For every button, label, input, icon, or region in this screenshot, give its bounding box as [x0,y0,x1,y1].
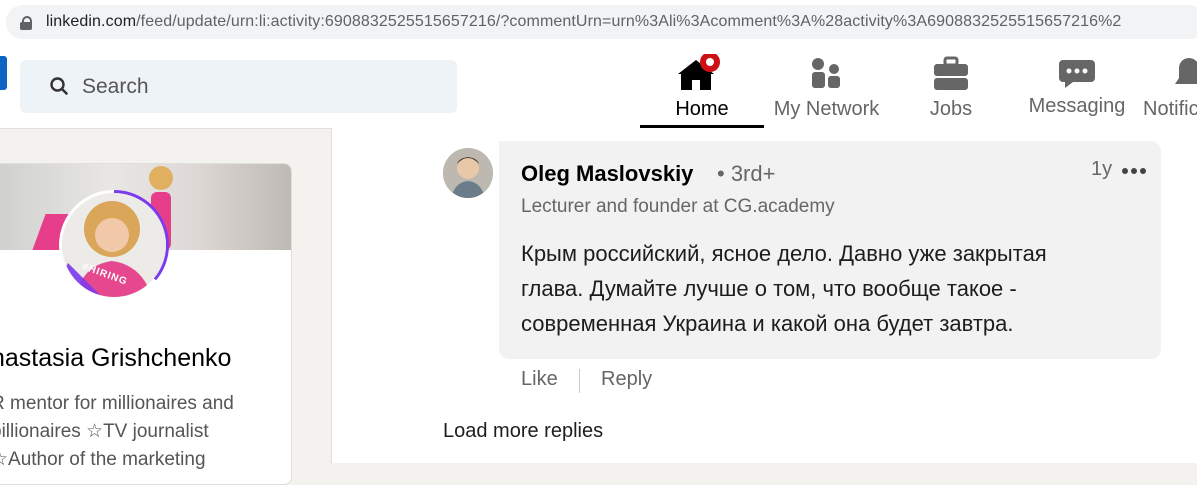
nav-item-label: Messaging [1028,95,1126,117]
action-divider [579,369,580,393]
comment-text-line: глава. Думайте лучше о том, что вообще т… [521,276,1017,301]
url-field[interactable]: linkedin.com/feed/update/urn:li:activity… [6,5,1197,39]
messaging-icon [1059,60,1095,88]
lock-icon[interactable] [20,16,32,30]
profile-name[interactable]: nastasia Grishchenko [0,344,231,373]
top-navigation: Search Home My Network Jobs Messaging No… [0,46,1197,129]
nav-item-home[interactable]: Home [640,46,764,128]
commenter-name[interactable]: Oleg Maslovskiy [521,161,693,187]
search-input[interactable]: Search [20,60,457,113]
profile-headline-line: billionaires ☆TV journalist [0,421,209,442]
nav-item-jobs[interactable]: Jobs [889,46,1013,128]
nav-item-my-network[interactable]: My Network [764,46,889,128]
nav-item-messaging[interactable]: Messaging [1013,46,1141,128]
commenter-avatar[interactable] [443,148,493,198]
load-more-replies-button[interactable]: Load more replies [443,420,603,443]
profile-card: #HIRING nastasia Grishchenko R mentor fo… [0,163,292,485]
commenter-headline: Lecturer and founder at CG.academy [521,196,835,217]
commenter-photo [443,148,493,198]
nav-item-label: Home [675,98,729,120]
search-placeholder: Search [82,75,149,98]
profile-headline-line: R mentor for millionaires and [0,393,234,414]
briefcase-icon [934,56,968,90]
browser-address-bar: linkedin.com/feed/update/urn:li:activity… [0,0,1197,46]
comment-text-line: современная Украина и какой она будет за… [521,311,1014,336]
comment-timestamp: 1y [1091,158,1113,180]
comment-bubble: Oleg Maslovskiy • 3rd+ 1y Lecturer and f… [499,141,1161,359]
bell-icon [1175,58,1197,84]
profile-headline: R mentor for millionaires and billionair… [0,390,281,474]
nav-item-label: Notific [1143,98,1197,120]
linkedin-logo[interactable] [0,56,7,90]
connection-degree: • 3rd+ [717,161,776,186]
nav-item-notifications[interactable]: Notific [1141,46,1197,128]
home-icon [678,54,720,90]
url-text: linkedin.com/feed/update/urn:li:activity… [46,13,1122,30]
nav-item-label: My Network [773,98,880,120]
network-icon [811,58,840,88]
feed-post-panel: Oleg Maslovskiy • 3rd+ 1y Lecturer and f… [331,128,1197,463]
like-button[interactable]: Like [521,368,558,391]
comment-text: Крым российский, ясное дело. Давно уже з… [521,236,1141,341]
more-options-icon[interactable] [1122,168,1148,176]
search-icon [50,77,68,95]
reply-button[interactable]: Reply [601,368,652,391]
profile-headline-line: ☆Author of the marketing [0,449,206,470]
comment-text-line: Крым российский, ясное дело. Давно уже з… [521,241,1047,266]
nav-item-label: Jobs [929,98,973,120]
